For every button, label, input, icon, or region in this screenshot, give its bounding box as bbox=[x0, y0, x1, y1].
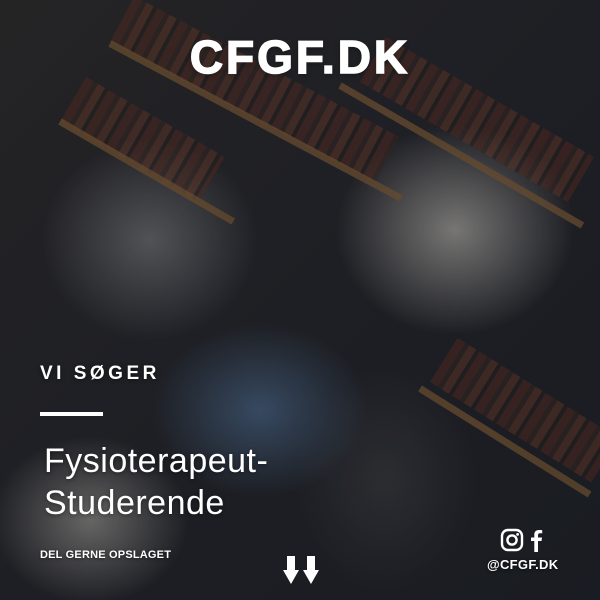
instagram-icon[interactable] bbox=[500, 528, 524, 552]
headline-line-1: Fysioterapeut- bbox=[44, 442, 269, 480]
headline-line-2: Studerende bbox=[44, 484, 225, 522]
divider-rule bbox=[40, 412, 103, 416]
social-icons bbox=[500, 528, 543, 552]
poster: CFGF.DK VI SØGER Fysioterapeut- Studeren… bbox=[0, 0, 600, 600]
brand-logo: CFGF.DK bbox=[189, 30, 411, 84]
social-handle[interactable]: @CFGF.DK bbox=[487, 557, 558, 572]
double-down-arrow-icon bbox=[283, 556, 319, 584]
share-text: DEL GERNE OPSLAGET bbox=[40, 549, 172, 561]
kicker-text: VI SØGER bbox=[40, 363, 160, 384]
facebook-icon[interactable] bbox=[531, 530, 543, 552]
headline: Fysioterapeut- Studerende bbox=[44, 440, 268, 524]
